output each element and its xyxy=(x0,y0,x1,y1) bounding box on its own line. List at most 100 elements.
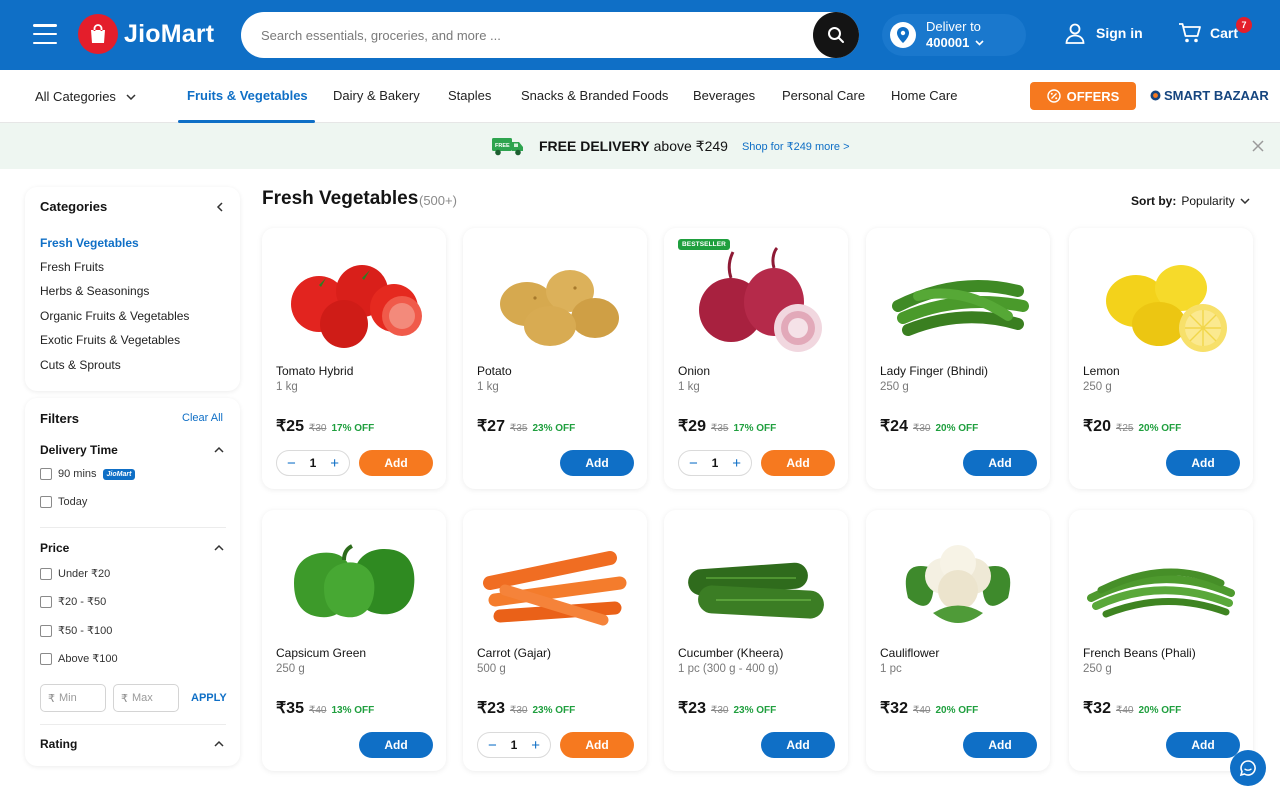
checkbox[interactable] xyxy=(40,595,52,608)
nav-personal-care[interactable]: Personal Care xyxy=(782,70,865,123)
checkbox[interactable] xyxy=(40,567,52,580)
nav-home-care[interactable]: Home Care xyxy=(891,70,957,123)
chat-support-button[interactable] xyxy=(1230,750,1266,786)
logo-text: JioMart xyxy=(124,19,215,48)
filter-50-100[interactable]: ₹50 - ₹100 xyxy=(40,624,112,637)
add-to-cart-button[interactable]: Add xyxy=(761,450,835,476)
add-to-cart-button[interactable]: Add xyxy=(963,450,1037,476)
product-quantity: 250 g xyxy=(1083,381,1112,393)
minus-icon[interactable]: − xyxy=(287,456,296,471)
quantity-value: 1 xyxy=(309,456,317,470)
filter-under-20[interactable]: Under ₹20 xyxy=(40,567,110,580)
product-price: ₹27 xyxy=(477,418,505,435)
filter-90-mins[interactable]: 90 mins JioMart xyxy=(40,468,136,480)
max-price-input[interactable] xyxy=(132,692,172,704)
add-to-cart-button[interactable]: Add xyxy=(359,732,433,758)
product-mrp: ₹25 xyxy=(1115,423,1134,434)
minus-icon[interactable]: − xyxy=(689,456,698,471)
search-icon[interactable] xyxy=(813,12,859,58)
nav-snacks-branded-foods[interactable]: Snacks & Branded Foods xyxy=(521,70,668,123)
add-to-cart-button[interactable]: Add xyxy=(963,732,1037,758)
min-price-input[interactable] xyxy=(59,692,99,704)
nav-fruits-vegetables[interactable]: Fruits & Vegetables xyxy=(187,70,308,123)
checkbox[interactable] xyxy=(40,624,52,637)
category-organic[interactable]: Organic Fruits & Vegetables xyxy=(40,309,189,323)
carrot-image[interactable] xyxy=(473,520,637,645)
nav-beverages[interactable]: Beverages xyxy=(693,70,755,123)
shop-more-link[interactable]: Shop for ₹249 more > xyxy=(742,140,850,153)
product-card[interactable]: Carrot (Gajar) 500 g ₹23 ₹30 23% OFF Add… xyxy=(463,510,647,771)
filter-above-100[interactable]: Above ₹100 xyxy=(40,652,118,665)
deliver-location-button[interactable]: Deliver to 400001 xyxy=(882,14,1026,56)
plus-icon[interactable]: + xyxy=(330,456,339,471)
add-to-cart-button[interactable]: Add xyxy=(560,450,634,476)
clear-all-button[interactable]: Clear All xyxy=(182,412,223,424)
cauliflower-image[interactable] xyxy=(876,520,1040,645)
add-to-cart-button[interactable]: Add xyxy=(560,732,634,758)
quantity-stepper: −1 + xyxy=(477,732,551,758)
menu-icon[interactable] xyxy=(33,24,57,44)
add-to-cart-button[interactable]: Add xyxy=(761,732,835,758)
potato-image[interactable] xyxy=(473,238,637,363)
french-beans-image[interactable] xyxy=(1079,520,1243,645)
add-to-cart-button[interactable]: Add xyxy=(1166,732,1240,758)
jiomart-logo[interactable]: JioMart xyxy=(78,14,214,54)
offers-button[interactable]: OFFERS xyxy=(1030,82,1136,110)
checkbox[interactable] xyxy=(40,496,52,508)
quantity-stepper: −1 + xyxy=(276,450,350,476)
apply-price-button[interactable]: APPLY xyxy=(191,692,227,704)
sort-label: Sort by: xyxy=(1131,194,1177,208)
category-cuts-sprouts[interactable]: Cuts & Sprouts xyxy=(40,358,121,372)
price-row: ₹23 ₹30 23% OFF xyxy=(678,698,776,718)
chevron-up-icon[interactable] xyxy=(214,543,224,553)
minus-icon[interactable]: − xyxy=(488,738,497,753)
add-to-cart-button[interactable]: Add xyxy=(1166,450,1240,476)
product-card[interactable]: Tomato Hybrid 1 kg ₹25 ₹30 17% OFF Add −… xyxy=(262,228,446,489)
chevron-up-icon[interactable] xyxy=(214,739,224,749)
chevron-down-icon xyxy=(1240,198,1250,204)
product-card[interactable]: Potato 1 kg ₹27 ₹35 23% OFF Add xyxy=(463,228,647,489)
product-card[interactable]: Cauliflower 1 pc ₹32 ₹40 20% OFF Add xyxy=(866,510,1050,771)
quantity-value: 1 xyxy=(711,456,719,470)
plus-icon[interactable]: + xyxy=(732,456,741,471)
nav-staples[interactable]: Staples xyxy=(448,70,491,123)
checkbox[interactable] xyxy=(40,652,52,665)
filter-20-50[interactable]: ₹20 - ₹50 xyxy=(40,595,106,608)
product-card[interactable]: Lady Finger (Bhindi) 250 g ₹24 ₹30 20% O… xyxy=(866,228,1050,489)
capsicum-image[interactable] xyxy=(272,520,436,645)
add-to-cart-button[interactable]: Add xyxy=(359,450,433,476)
smart-bazaar-link[interactable]: SMART BAZAAR xyxy=(1150,88,1269,103)
tomato-image[interactable] xyxy=(272,238,436,363)
product-quantity: 1 kg xyxy=(678,381,700,393)
product-mrp: ₹40 xyxy=(1115,705,1134,716)
filter-today[interactable]: Today xyxy=(40,496,87,508)
sign-in-button[interactable]: Sign in xyxy=(1064,22,1143,44)
product-card[interactable]: Onion 1 kg ₹29 ₹35 17% OFF Add BESTSELLE… xyxy=(664,228,848,489)
category-fresh-fruits[interactable]: Fresh Fruits xyxy=(40,260,104,274)
category-fresh-vegetables[interactable]: Fresh Vegetables xyxy=(40,236,139,250)
product-card[interactable]: French Beans (Phali) 250 g ₹32 ₹40 20% O… xyxy=(1069,510,1253,771)
product-card[interactable]: Capsicum Green 250 g ₹35 ₹40 13% OFF Add xyxy=(262,510,446,771)
product-card[interactable]: Lemon 250 g ₹20 ₹25 20% OFF Add xyxy=(1069,228,1253,489)
plus-icon[interactable]: + xyxy=(531,738,540,753)
product-card[interactable]: Cucumber (Kheera) 1 pc (300 g - 400 g) ₹… xyxy=(664,510,848,771)
category-exotic[interactable]: Exotic Fruits & Vegetables xyxy=(40,333,180,347)
product-quantity: 250 g xyxy=(1083,663,1112,675)
lady-finger-image[interactable] xyxy=(876,238,1040,363)
nav-dairy-bakery[interactable]: Dairy & Bakery xyxy=(333,70,420,123)
product-price: ₹23 xyxy=(678,700,706,717)
cart-button[interactable]: Cart 7 xyxy=(1178,17,1252,44)
cucumber-image[interactable] xyxy=(674,520,838,645)
search-input[interactable] xyxy=(241,12,813,58)
filter-label: Above ₹100 xyxy=(58,653,118,665)
close-icon[interactable] xyxy=(1250,138,1266,154)
all-categories-dropdown[interactable]: All Categories xyxy=(35,70,136,123)
lemon-image[interactable] xyxy=(1079,238,1243,363)
category-herbs-seasonings[interactable]: Herbs & Seasonings xyxy=(40,284,149,298)
onion-image[interactable] xyxy=(674,238,838,363)
chevron-up-icon[interactable] xyxy=(214,445,224,455)
all-categories-label: All Categories xyxy=(35,88,116,104)
checkbox[interactable] xyxy=(40,468,52,480)
chevron-left-icon[interactable] xyxy=(215,202,225,212)
sort-dropdown[interactable]: Sort by: Popularity xyxy=(1131,194,1250,208)
